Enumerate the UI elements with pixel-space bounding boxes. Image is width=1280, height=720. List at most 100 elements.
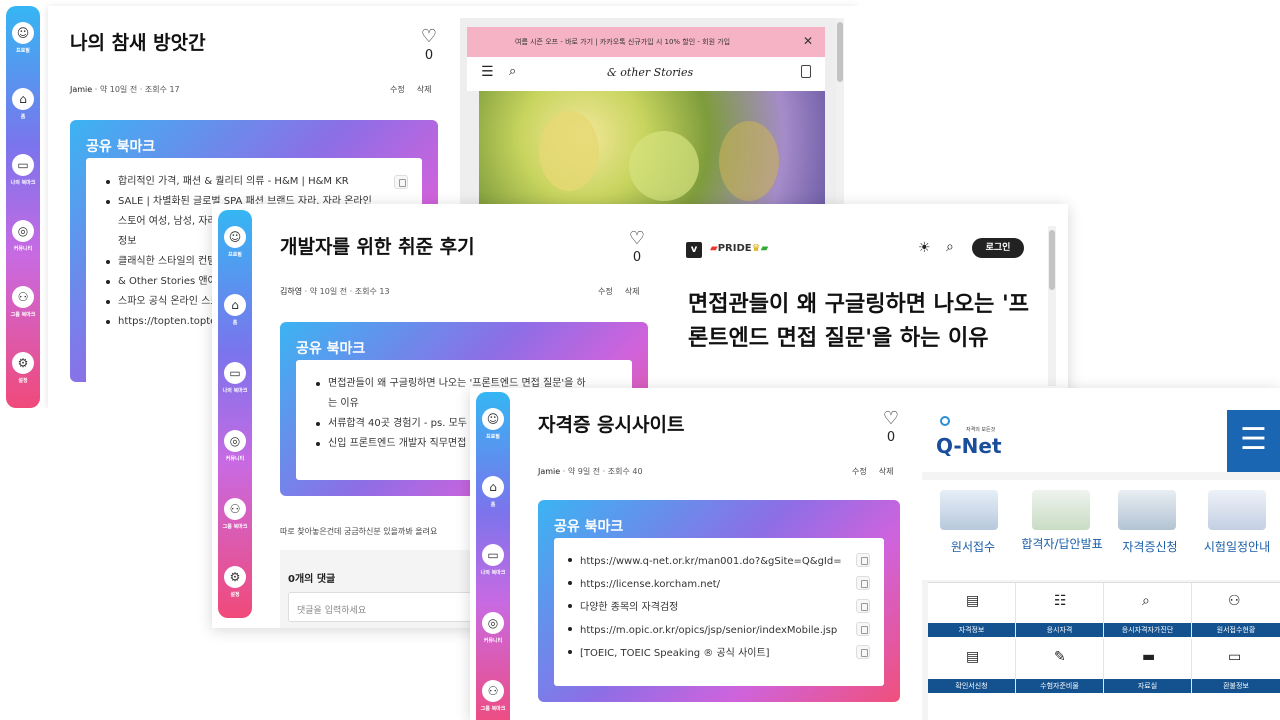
edit-button[interactable]: 수정 (598, 287, 613, 296)
sidebar-item-home[interactable]: ⌂ 홈 (482, 476, 504, 508)
comment-input[interactable]: 댓글을 입력하세요 (288, 592, 478, 622)
scrollbar[interactable] (1048, 226, 1056, 386)
heart-icon: ♡ (420, 26, 438, 47)
like-button[interactable]: ♡ 0 (418, 26, 440, 64)
bookmark-link[interactable]: 다양한 종목의 자격검정 (580, 602, 678, 613)
copy-icon[interactable] (856, 645, 870, 659)
menu-icon[interactable]: ☰ (1227, 410, 1280, 472)
close-icon[interactable]: ✕ (803, 34, 813, 48)
bookmark-item[interactable]: [TOEIC, TOEIC Speaking ® 공식 사이트] (568, 642, 870, 665)
shared-bookmarks-title: 공유 북마크 (86, 139, 156, 155)
sidebar-item-my-bookmarks[interactable]: ▭ 나의 북마크 (222, 362, 248, 394)
sidebar-item-my-bookmarks[interactable]: ▭ 나의 북마크 (481, 544, 505, 576)
certificate-illustration (1118, 490, 1176, 530)
delete-button[interactable]: 삭제 (417, 85, 432, 94)
sidebar-item-my-bookmarks[interactable]: ▭ 나의 북마크 (10, 154, 36, 186)
sidebar-item-settings[interactable]: ⚙ 설정 (12, 352, 34, 384)
menu-item-refund[interactable]: ▭ 환불정보 (1192, 639, 1280, 693)
post-title: 개발자를 위한 취준 후기 (280, 236, 475, 258)
sidebar: ☺ 프로필 ⌂ 홈 ▭ 나의 북마크 ◎ 커뮤니티 ⚇ 그룹 북마크 ⚙ 설정 (6, 6, 40, 408)
like-button[interactable]: ♡ 0 (880, 410, 902, 446)
sidebar-item-home[interactable]: ⌂ 홈 (12, 88, 34, 120)
menu-label: 응시자격자가진단 (1104, 623, 1191, 637)
bookmark-item[interactable]: https://www.q-net.or.kr/man001.do?&gSite… (568, 550, 870, 573)
sidebar-item-settings[interactable]: ⚙ 설정 (224, 566, 246, 598)
sidebar: ☺ 프로필 ⌂ 홈 ▭ 나의 북마크 ◎ 커뮤니티 ⚇ 그룹 북마크 (476, 392, 510, 720)
sidebar-item-label: 커뮤니티 (13, 246, 33, 252)
sidebar-item-label: 그룹 북마크 (222, 524, 248, 530)
shared-bookmarks-panel: 공유 북마크 https://www.q-net.or.kr/man001.do… (538, 500, 900, 702)
copy-icon[interactable] (394, 175, 408, 189)
pride-text: PRIDE (717, 243, 752, 254)
sidebar-item-group-bookmarks[interactable]: ⚇ 그룹 북마크 (481, 680, 505, 712)
results-illustration (1032, 490, 1090, 530)
bookmark-link[interactable]: https://license.korcham.net/ (580, 579, 720, 590)
sidebar-item-label: 홈 (490, 502, 496, 508)
group-icon: ⚇ (482, 680, 504, 702)
author-name: Jamie (538, 467, 561, 476)
home-icon: ⌂ (224, 294, 246, 316)
sidebar-item-community[interactable]: ◎ 커뮤니티 (224, 430, 246, 462)
menu-label: 응시자격 (1016, 623, 1103, 637)
menu-label: 자격정보 (928, 623, 1015, 637)
tile-results[interactable]: 합격자/답안발표 (1018, 538, 1106, 551)
search-icon[interactable]: ⌕ (509, 64, 516, 79)
delete-button[interactable]: 삭제 (625, 287, 640, 296)
copy-icon[interactable] (856, 599, 870, 613)
menu-item-info[interactable]: ▤ 자격정보 (928, 583, 1016, 637)
scrollbar[interactable] (836, 18, 844, 206)
sidebar-item-profile[interactable]: ☺ 프로필 (12, 22, 34, 54)
bookmark-link[interactable]: 합리적인 가격, 패션 & 퀄리티 의류 - H&M | H&M KR (118, 176, 349, 187)
bookmark-item[interactable]: 합리적인 가격, 패션 & 퀄리티 의류 - H&M | H&M KR (106, 172, 408, 192)
tile-schedule[interactable]: 시험일정안내 (1194, 538, 1280, 555)
sidebar-item-profile[interactable]: ☺ 프로필 (482, 408, 504, 440)
logo-ring-icon (940, 416, 950, 426)
bookmark-link[interactable]: https://www.q-net.or.kr/man001.do?&gSite… (580, 556, 842, 567)
sidebar-item-community[interactable]: ◎ 커뮤니티 (12, 220, 34, 252)
copy-icon[interactable] (856, 553, 870, 567)
menu-item-archive[interactable]: ▬ 자료실 (1104, 639, 1192, 693)
edit-button[interactable]: 수정 (390, 85, 405, 94)
menu-item-confirmation[interactable]: ▤ 확인서신청 (928, 639, 1016, 693)
edit-button[interactable]: 수정 (852, 467, 867, 476)
money-icon: ▭ (1228, 649, 1242, 665)
brand-logo: & other Stories (607, 66, 694, 79)
bookmark-link[interactable]: 신입 프론트엔드 개발자 직무면접 후기 (328, 438, 488, 449)
promo-text: 여름 시즌 오프 - 바로 가기 | 카카오톡 신규가입 시 10% 할인 - … (515, 38, 731, 46)
tile-certificate[interactable]: 자격증신청 (1110, 538, 1190, 555)
sidebar-item-group-bookmarks[interactable]: ⚇ 그룹 북마크 (222, 498, 248, 530)
menu-item-eligibility[interactable]: ☷ 응시자격 (1016, 583, 1104, 637)
sidebar-item-profile[interactable]: ☺ 프로필 (224, 226, 246, 258)
tile-application[interactable]: 원서접수 (938, 538, 1008, 555)
post-meta: Jamie · 약 9일 전 · 조회수 40 (538, 467, 643, 476)
sun-icon[interactable]: ☀ (918, 240, 931, 256)
login-button[interactable]: 로그인 (972, 238, 1024, 258)
search-icon[interactable]: ⌕ (946, 239, 954, 255)
cart-icon[interactable] (801, 65, 811, 78)
sidebar-item-group-bookmarks[interactable]: ⚇ 그룹 북마크 (11, 286, 35, 318)
delete-button[interactable]: 삭제 (879, 467, 894, 476)
copy-icon[interactable] (856, 622, 870, 636)
menu-item-supplies[interactable]: ✎ 수험자준비물 (1016, 639, 1104, 693)
menu-item-self-check[interactable]: ⌕ 응시자격자가진단 (1104, 583, 1192, 637)
menu-label: 환불정보 (1192, 679, 1280, 693)
profile-icon: ☺ (224, 226, 246, 248)
sidebar-item-label: 나의 북마크 (222, 388, 248, 394)
copy-icon[interactable] (856, 576, 870, 590)
post-title: 자격증 응시사이트 (538, 414, 685, 436)
like-button[interactable]: ♡ 0 (626, 230, 648, 266)
bookmark-item[interactable]: 다양한 종목의 자격검정 (568, 596, 870, 619)
menu-icon[interactable]: ☰ (481, 64, 494, 80)
bookmark-link[interactable]: https://m.opic.or.kr/opics/jsp/senior/in… (580, 625, 837, 636)
pencil-icon: ✎ (1054, 649, 1066, 665)
author-name: Jamie (70, 85, 93, 94)
sidebar-item-community[interactable]: ◎ 커뮤니티 (482, 612, 504, 644)
bookmark-item[interactable]: https://license.korcham.net/ (568, 573, 870, 596)
rainbow-flag-icon: ▰ (710, 243, 718, 254)
qnet-logo: 자격의 모든것 Q-Net (936, 416, 1002, 460)
bookmark-item[interactable]: https://m.opic.or.kr/opics/jsp/senior/in… (568, 619, 870, 642)
sidebar-item-label: 나의 북마크 (10, 180, 36, 186)
sidebar-item-home[interactable]: ⌂ 홈 (224, 294, 246, 326)
menu-item-status[interactable]: ⚇ 원서접수현황 (1192, 583, 1280, 637)
bookmark-link[interactable]: [TOEIC, TOEIC Speaking ® 공식 사이트] (580, 648, 770, 659)
